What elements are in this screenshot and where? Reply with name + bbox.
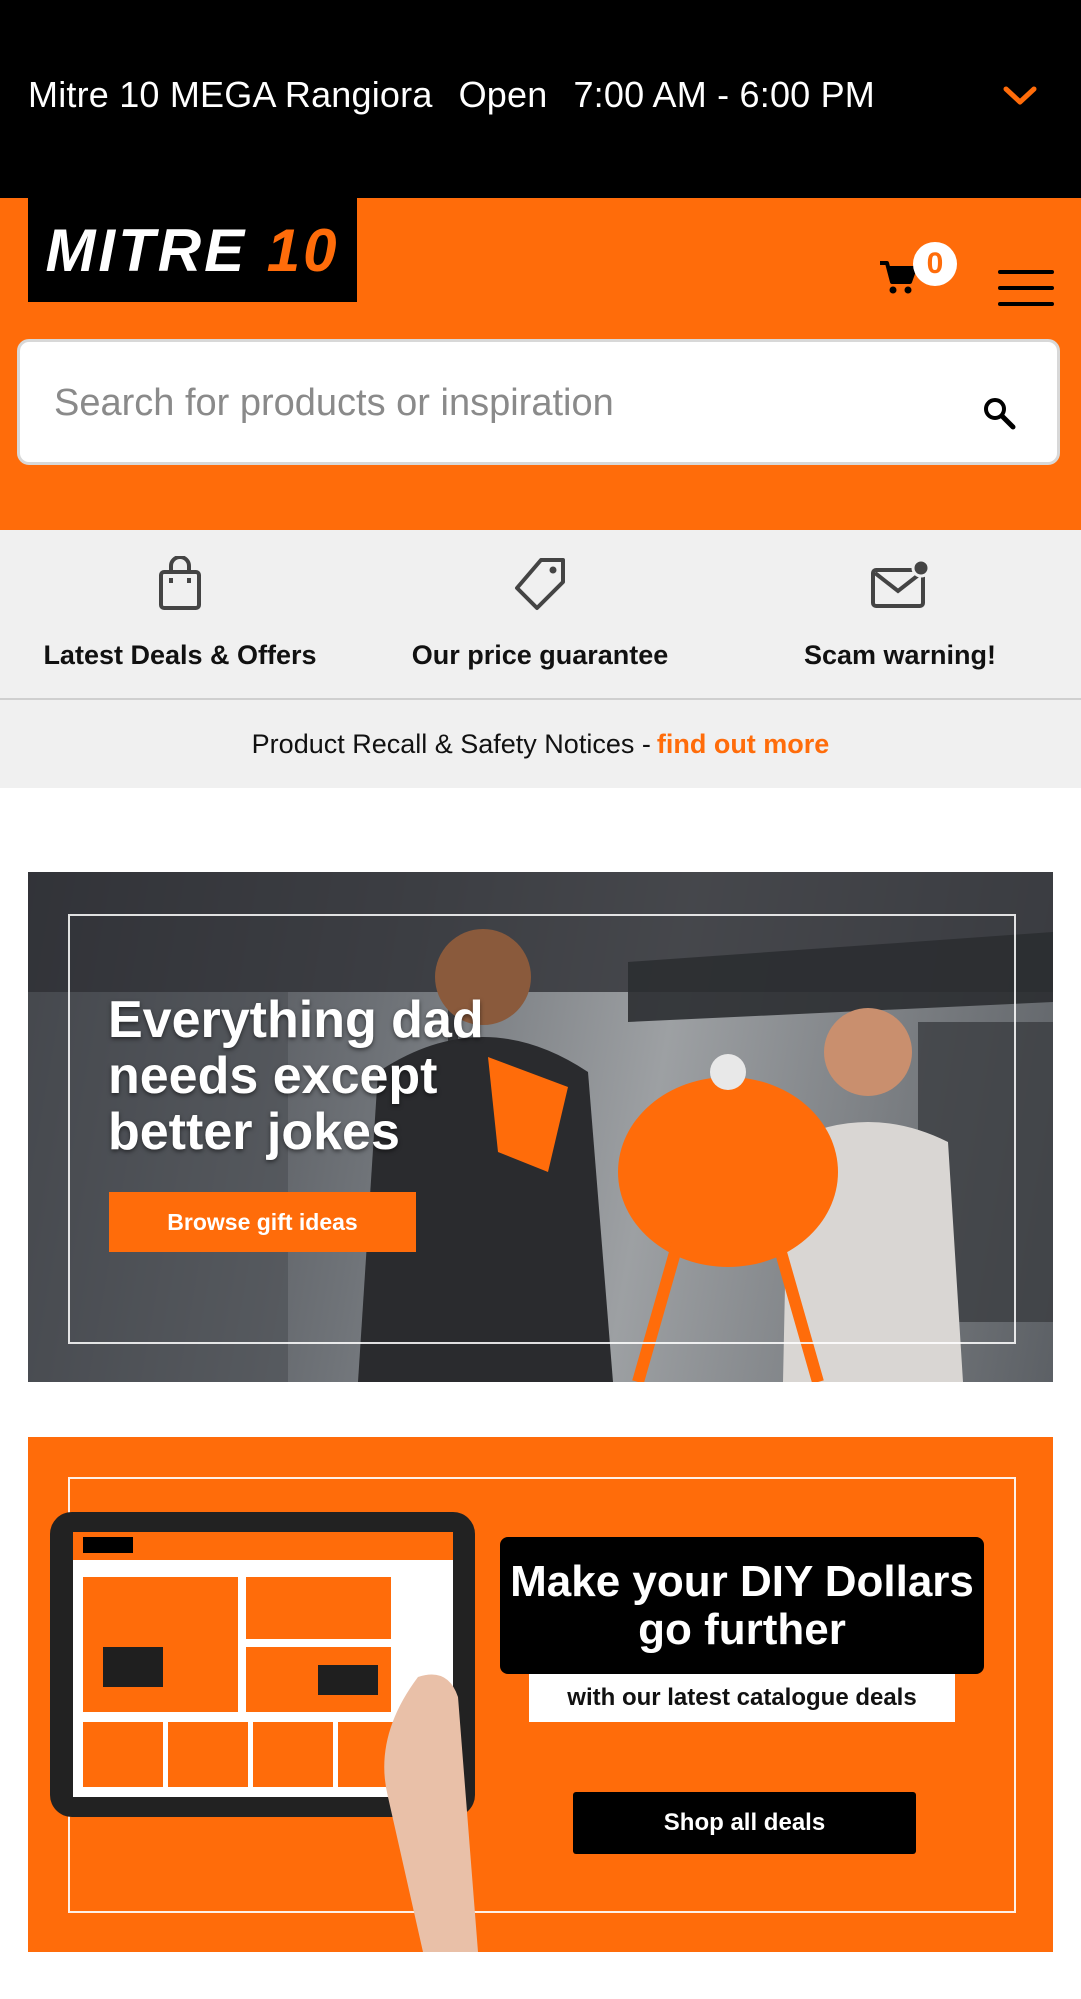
site-header: MITRE 10 0 Search for products or inspir… — [0, 198, 1081, 530]
shopping-bag-icon — [159, 556, 201, 610]
store-status: Open — [458, 74, 548, 115]
mail-alert-icon — [871, 558, 931, 608]
search-placeholder: Search for products or inspiration — [54, 382, 614, 424]
catalogue-headline: Make your DIY Dollars go further — [500, 1537, 984, 1674]
shop-all-deals-button[interactable]: Shop all deals — [573, 1792, 916, 1854]
quick-link-deals[interactable]: Latest Deals & Offers — [0, 530, 360, 698]
recall-notice: Product Recall & Safety Notices - find o… — [0, 700, 1081, 788]
store-info-bar[interactable]: Mitre 10 MEGA Rangiora Open 7:00 AM - 6:00… — [0, 0, 1081, 198]
browse-gift-ideas-button[interactable]: Browse gift ideas — [109, 1192, 416, 1252]
hamburger-menu-icon[interactable] — [998, 270, 1054, 306]
quick-link-label: Our price guarantee — [411, 640, 669, 670]
chevron-down-icon[interactable] — [1003, 86, 1037, 106]
price-tag-icon — [515, 558, 565, 610]
search-input[interactable]: Search for products or inspiration — [17, 339, 1060, 465]
gift-ideas-banner[interactable]: Everything dad needs except better jokes… — [28, 872, 1053, 1382]
mitre10-logo[interactable]: MITRE 10 — [28, 198, 357, 302]
recall-link[interactable]: find out more — [657, 729, 829, 760]
logo-text: MITRE 10 — [45, 216, 340, 284]
store-name: Mitre 10 MEGA Rangiora — [28, 74, 433, 115]
tablet-catalogue-image — [50, 1512, 478, 1952]
search-icon[interactable] — [982, 396, 1016, 430]
catalogue-deals-banner[interactable]: Make your DIY Dollars go further with ou… — [28, 1437, 1053, 1952]
cart-icon[interactable] — [878, 260, 918, 296]
quick-link-price-guarantee[interactable]: Our price guarantee — [360, 530, 720, 698]
catalogue-subline: with our latest catalogue deals — [529, 1674, 955, 1722]
store-hours: 7:00 AM - 6:00 PM — [573, 74, 875, 115]
quick-link-label: Latest Deals & Offers — [43, 640, 317, 670]
store-info: Mitre 10 MEGA Rangiora Open 7:00 AM - 6:00… — [28, 74, 901, 116]
quick-link-label: Scam warning! — [803, 640, 997, 670]
cart-count-badge[interactable]: 0 — [913, 242, 957, 286]
recall-text: Product Recall & Safety Notices - — [251, 728, 651, 759]
quick-links: Latest Deals & Offers Our price guarante… — [0, 530, 1081, 700]
quick-link-scam-warning[interactable]: Scam warning! — [720, 530, 1080, 698]
banner-headline: Everything dad needs except better jokes — [108, 991, 484, 1161]
